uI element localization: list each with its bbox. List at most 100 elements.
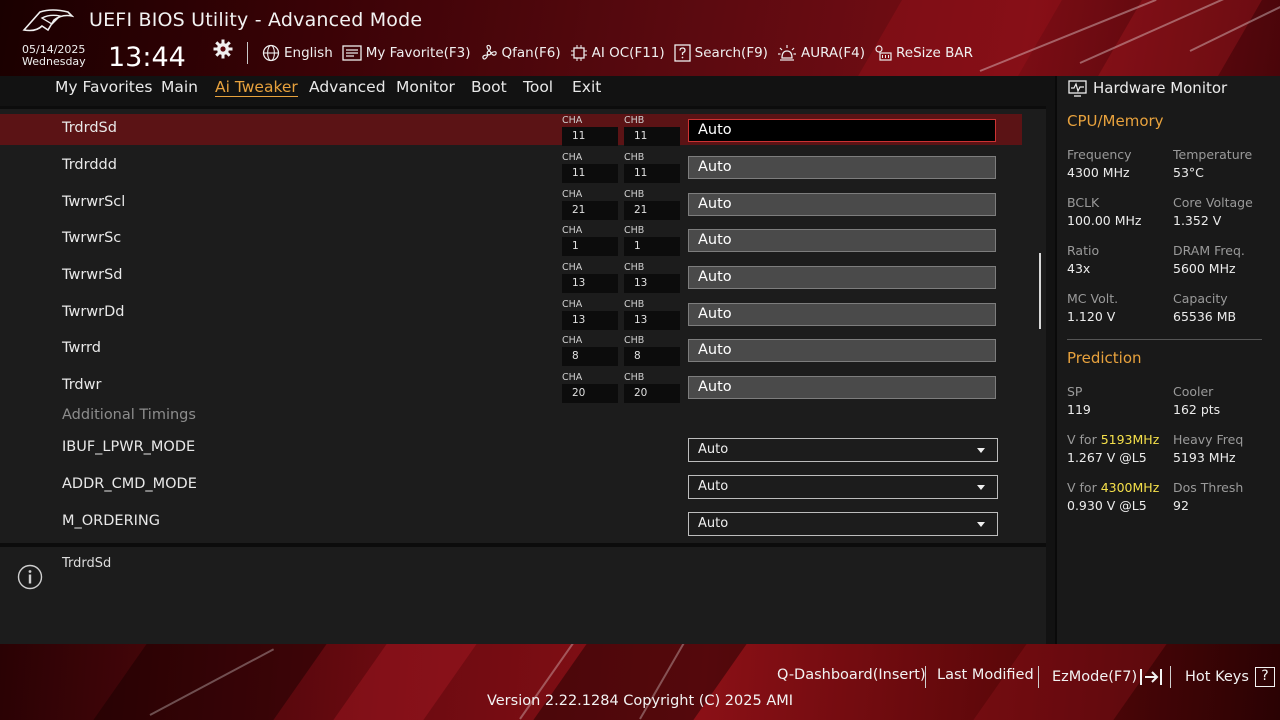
heavy-freq-label: Heavy Freq <box>1173 432 1244 447</box>
setting-value-input[interactable]: Auto <box>688 119 996 142</box>
setting-row-m-ordering[interactable]: M_ORDERING Auto <box>0 507 1022 538</box>
tab-main[interactable]: Main <box>161 78 198 96</box>
cha-value: 11 <box>562 164 618 183</box>
prediction-heading: Prediction <box>1067 349 1142 367</box>
chb-value: 20 <box>624 384 680 403</box>
tab-exit[interactable]: Exit <box>572 78 601 96</box>
setting-row-twrwrscl[interactable]: TwrwrScl CHA CHB 21 21 Auto <box>0 188 1022 220</box>
last-modified-button[interactable]: Last Modified <box>937 667 1034 683</box>
chb-label: CHB <box>624 335 645 346</box>
setting-value-input[interactable]: Auto <box>688 229 996 252</box>
setting-label: ADDR_CMD_MODE <box>62 476 197 492</box>
base-freq-highlight: 4300MHz <box>1100 480 1160 495</box>
sp-label: SP <box>1067 384 1083 399</box>
chb-value: 11 <box>624 164 680 183</box>
setting-row-addr-cmd-mode[interactable]: ADDR_CMD_MODE Auto <box>0 470 1022 501</box>
v-for-text: V for <box>1067 432 1097 447</box>
my-favorite-button[interactable]: My Favorite(F3) <box>342 45 471 61</box>
capacity-value: 65536 MB <box>1173 309 1237 324</box>
main-menu: My Favorites Main Ai Tweaker Advanced Mo… <box>0 76 1046 106</box>
setting-value-input[interactable]: Auto <box>688 156 996 179</box>
help-text: TrdrdSd <box>62 556 112 571</box>
tab-boot[interactable]: Boot <box>471 78 507 96</box>
cha-label: CHA <box>562 372 583 383</box>
dos-thresh-value: 92 <box>1173 498 1189 513</box>
ai-oc-label: AI OC(F11) <box>591 45 665 61</box>
section-heading: Additional Timings <box>62 407 196 423</box>
bclk-value: 100.00 MHz <box>1067 213 1142 228</box>
tab-tool[interactable]: Tool <box>523 78 553 96</box>
section-divider <box>1067 339 1262 340</box>
cha-label: CHA <box>562 225 583 236</box>
ai-chip-icon <box>570 45 587 61</box>
ai-oc-button[interactable]: AI OC(F11) <box>570 44 665 62</box>
setting-row-twrwrsd[interactable]: TwrwrSd CHA CHB 13 13 Auto <box>0 261 1022 293</box>
chb-value: 13 <box>624 311 680 330</box>
help-key-icon: ? <box>1254 667 1275 687</box>
setting-row-twrwrdd[interactable]: TwrwrDd CHA CHB 13 13 Auto <box>0 298 1022 330</box>
ezmode-button[interactable]: EzMode(F7) <box>1052 667 1165 687</box>
setting-dropdown[interactable]: Auto <box>688 438 998 462</box>
mc-volt-label: MC Volt. <box>1067 291 1119 306</box>
language-button[interactable]: English <box>262 44 333 62</box>
setting-value-input[interactable]: Auto <box>688 266 996 289</box>
ratio-label: Ratio <box>1067 243 1100 258</box>
setting-label: M_ORDERING <box>62 513 161 529</box>
hot-keys-button[interactable]: Hot Keys ? <box>1185 667 1275 687</box>
setting-value-input[interactable]: Auto <box>688 193 996 216</box>
setting-label: TwrwrSd <box>62 267 123 283</box>
sp-value: 119 <box>1067 402 1091 417</box>
setting-value-input[interactable]: Auto <box>688 303 996 326</box>
resize-bar-button[interactable]: ReSize BAR <box>874 44 973 62</box>
toolbar: English My Favorite(F3) Qfan(F6) AI OC(F… <box>262 42 982 64</box>
chb-value: 1 <box>624 237 680 256</box>
setting-row-trdrddd[interactable]: Trdrddd CHA CHB 11 11 Auto <box>0 151 1022 183</box>
dos-thresh-label: Dos Thresh <box>1173 480 1244 495</box>
setting-dropdown[interactable]: Auto <box>688 512 998 536</box>
dropdown-value: Auto <box>698 479 729 494</box>
search-button[interactable]: Search(F9) <box>674 44 768 62</box>
chb-label: CHB <box>624 262 645 273</box>
setting-row-trdwr[interactable]: Trdwr CHA CHB 20 20 Auto <box>0 371 1022 403</box>
setting-dropdown[interactable]: Auto <box>688 475 998 499</box>
qfan-button[interactable]: Qfan(F6) <box>480 44 561 62</box>
setting-label: IBUF_LPWR_MODE <box>62 439 196 455</box>
q-dashboard-button[interactable]: Q-Dashboard(Insert) <box>777 667 926 683</box>
monitor-icon <box>1068 79 1087 97</box>
cha-label: CHA <box>562 152 583 163</box>
chb-value: 11 <box>624 127 680 146</box>
tab-ai-tweaker[interactable]: Ai Tweaker <box>215 78 298 97</box>
setting-label: TwrwrSc <box>62 230 122 246</box>
setting-row-twrrd[interactable]: Twrrd CHA CHB 8 8 Auto <box>0 334 1022 366</box>
tab-my-favorites[interactable]: My Favorites <box>55 78 153 96</box>
setting-label: Trdrddd <box>62 157 117 173</box>
search-help-icon <box>674 44 691 62</box>
dropdown-value: Auto <box>698 516 729 531</box>
setting-value-input[interactable]: Auto <box>688 339 996 362</box>
aura-label: AURA(F4) <box>800 45 866 61</box>
tab-advanced[interactable]: Advanced <box>309 78 386 96</box>
setting-row-ibuf-lpwr-mode[interactable]: IBUF_LPWR_MODE Auto <box>0 433 1022 464</box>
footer-bar: Q-Dashboard(Insert) Last Modified EzMode… <box>0 644 1280 720</box>
aura-button[interactable]: AURA(F4) <box>777 44 865 62</box>
chb-label: CHB <box>624 115 645 126</box>
gear-icon[interactable] <box>212 38 234 60</box>
weekday-text: Wednesday <box>22 55 86 68</box>
mc-volt-value: 1.120 V <box>1067 309 1116 324</box>
exit-arrow-icon <box>1140 669 1163 685</box>
chb-label: CHB <box>624 189 645 200</box>
list-scrollbar[interactable] <box>1039 253 1041 329</box>
setting-row-twrwrsc[interactable]: TwrwrSc CHA CHB 1 1 Auto <box>0 224 1022 256</box>
settings-list: TrdrdSd CHA CHB 11 11 Auto Trdrddd CHA C… <box>0 106 1046 543</box>
help-panel: TrdrdSd <box>0 543 1046 644</box>
setting-value-input[interactable]: Auto <box>688 376 996 399</box>
core-voltage-value: 1.352 V <box>1173 213 1222 228</box>
tab-monitor[interactable]: Monitor <box>396 78 455 96</box>
cooler-label: Cooler <box>1173 384 1214 399</box>
setting-label: Trdwr <box>62 377 102 393</box>
frequency-label: Frequency <box>1067 147 1132 162</box>
title-bar: UEFI BIOS Utility - Advanced Mode 05/14/… <box>0 0 1280 76</box>
cha-label: CHA <box>562 262 583 273</box>
setting-row-trdrdsd[interactable]: TrdrdSd CHA CHB 11 11 Auto <box>0 114 1022 146</box>
chb-value: 13 <box>624 274 680 293</box>
